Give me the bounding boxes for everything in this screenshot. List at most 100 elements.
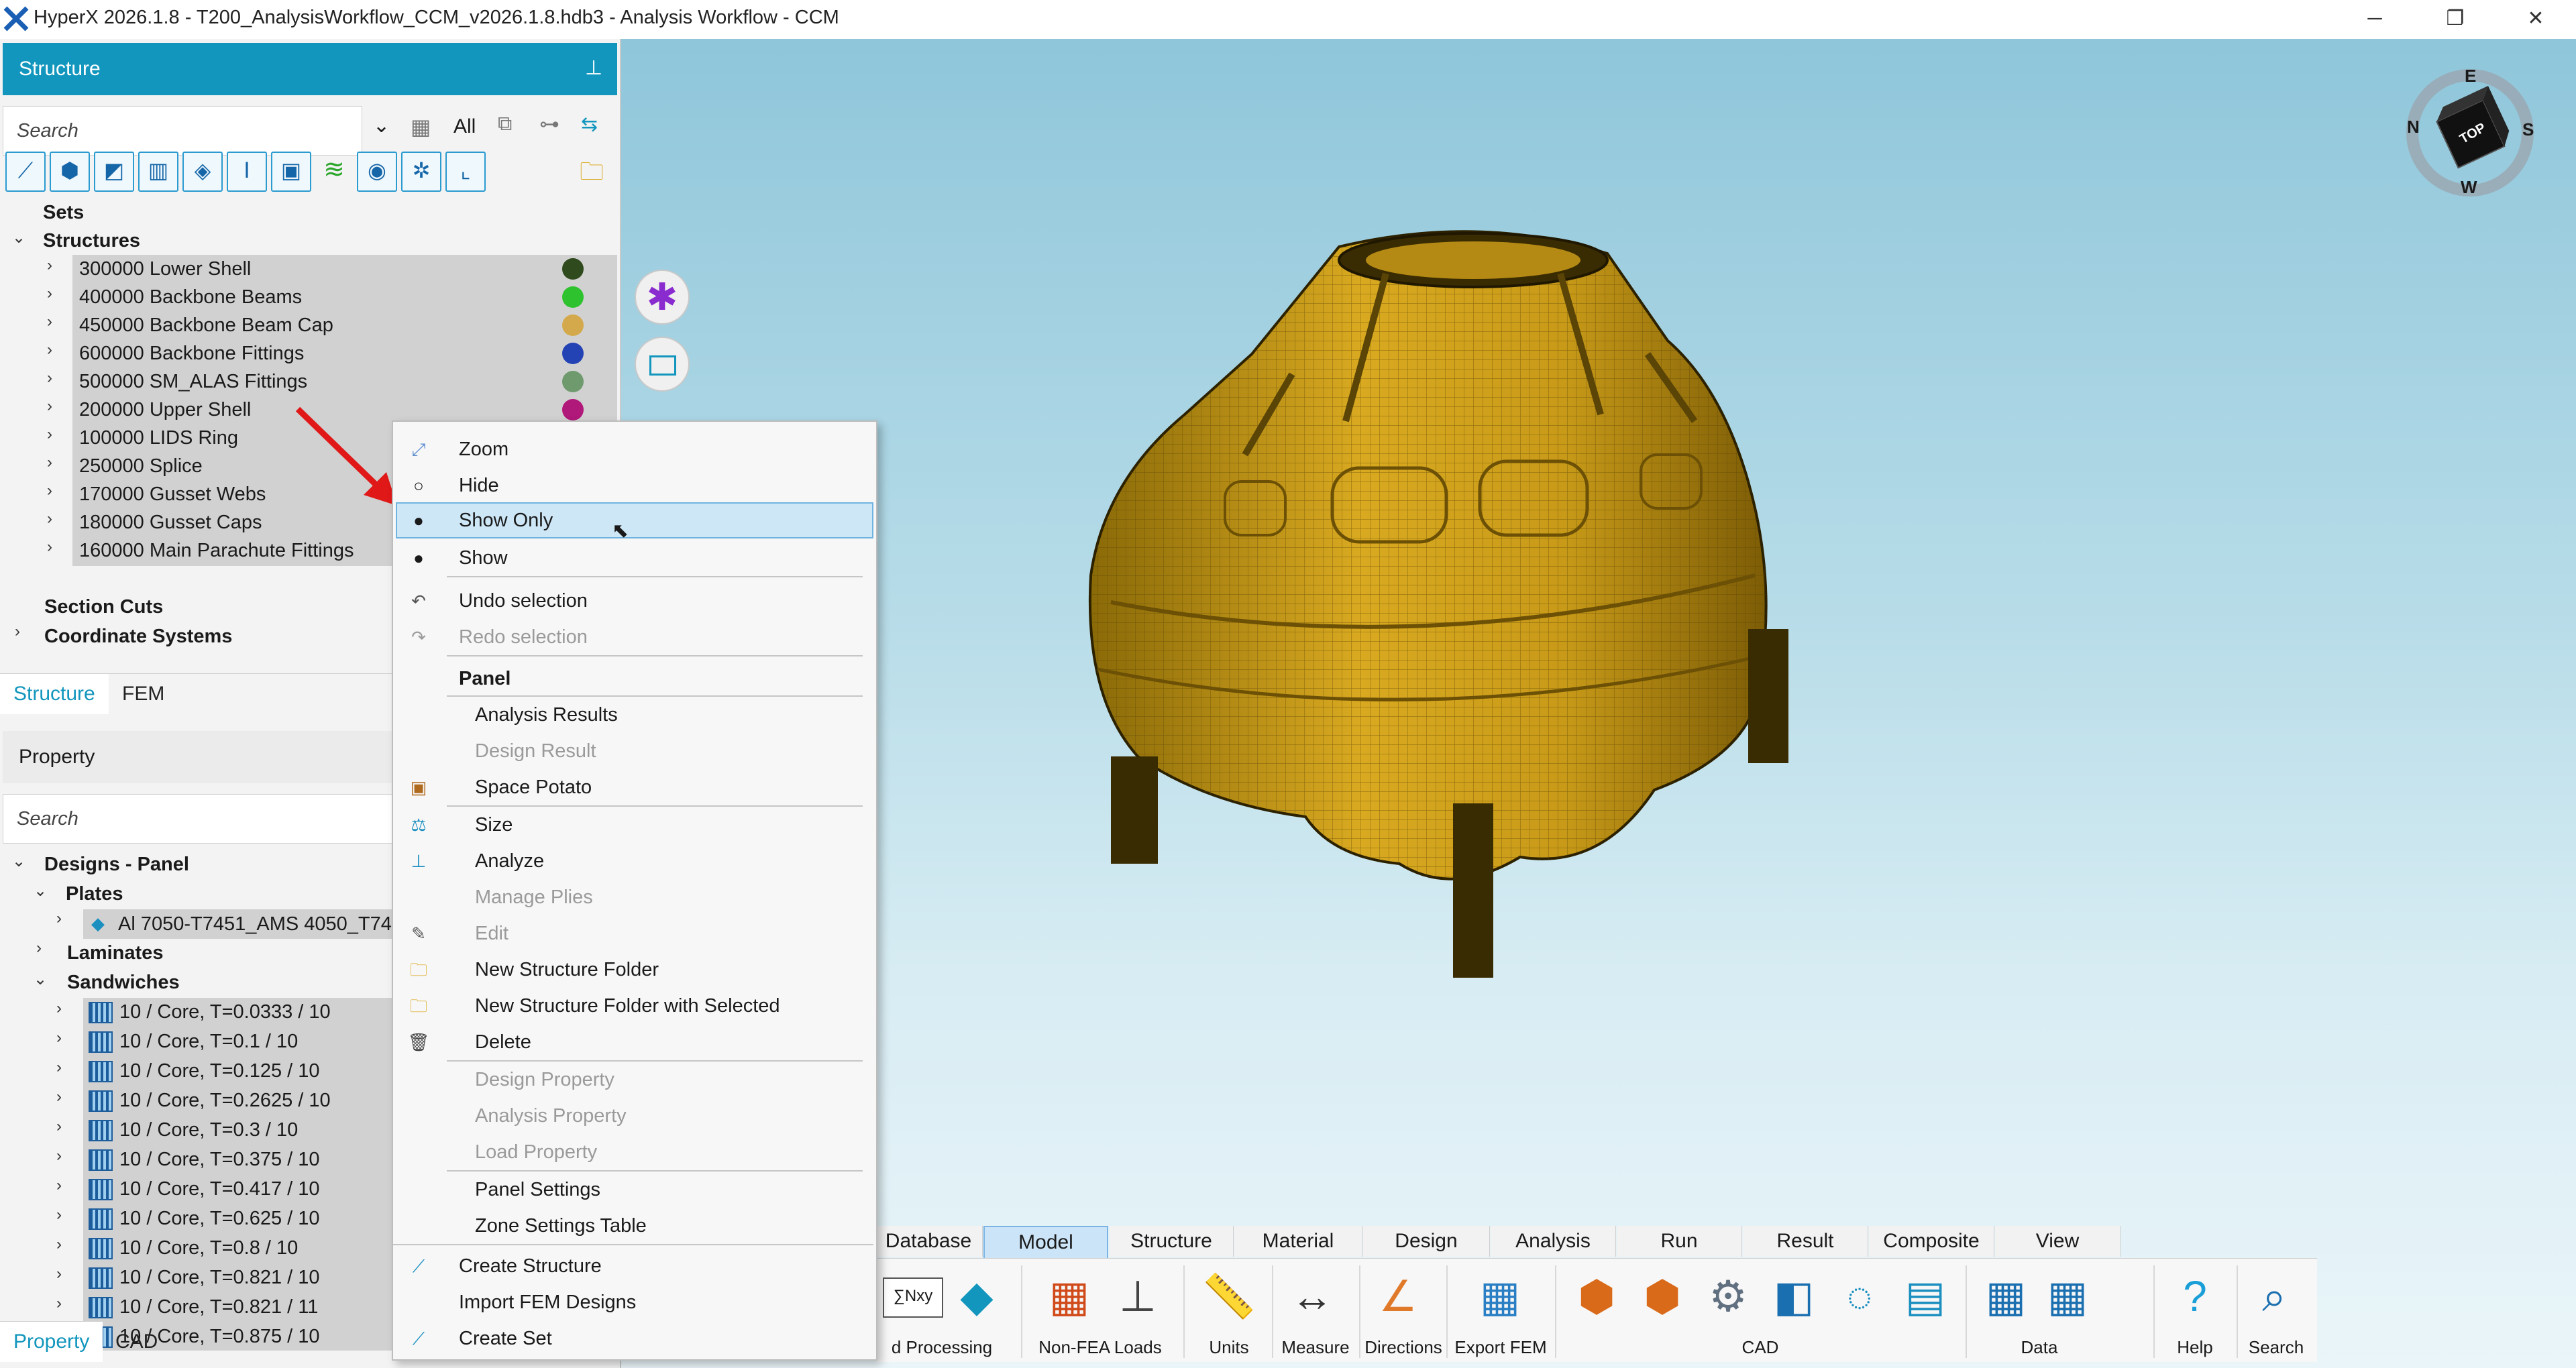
data-table-icon[interactable]: ▦ xyxy=(1978,1268,2034,1324)
chevron-right-icon[interactable]: › xyxy=(47,510,52,528)
restore-button[interactable]: ❐ xyxy=(2422,0,2489,39)
chevron-right-icon[interactable]: › xyxy=(56,1147,62,1165)
sandwich-item[interactable]: 10 / Core, T=0.821 / 11 xyxy=(89,1293,318,1321)
tree-node-structure-item[interactable]: 100000 LIDS Ring xyxy=(79,424,238,452)
menu-item-analysis-results[interactable]: Analysis Results xyxy=(393,697,873,733)
color-swatch[interactable] xyxy=(562,258,584,280)
tree-node-structure-item[interactable]: 400000 Backbone Beams xyxy=(79,283,302,311)
plate-diamond-icon[interactable]: ◆ xyxy=(949,1268,1005,1324)
tree-node-coordinate-systems[interactable]: Coordinate Systems xyxy=(44,622,232,650)
ribbon-tab-design[interactable]: Design xyxy=(1363,1226,1490,1257)
chevron-down-icon[interactable]: ⌄ xyxy=(12,852,25,871)
tree-node-structure-item[interactable]: 450000 Backbone Beam Cap xyxy=(79,311,333,339)
stack-icon[interactable]: ▥ xyxy=(138,152,178,192)
menu-item-zone-settings-table[interactable]: Zone Settings Table xyxy=(393,1208,873,1244)
sandwich-item[interactable]: 10 / Core, T=0.417 / 10 xyxy=(89,1175,320,1203)
cube-filter-icon[interactable]: ▦ xyxy=(411,114,431,139)
layers-icon[interactable]: ≋ xyxy=(315,154,353,192)
color-swatch[interactable] xyxy=(562,343,584,364)
sandwich-item[interactable]: 10 / Core, T=0.2625 / 10 xyxy=(89,1086,331,1115)
chevron-right-icon[interactable]: › xyxy=(47,453,52,472)
capsule-model[interactable] xyxy=(1051,200,1923,1051)
tree-node-plates[interactable]: Plates xyxy=(66,880,123,908)
units-button[interactable]: Units xyxy=(1187,1337,1271,1358)
cad-export-icon[interactable]: ⬢ xyxy=(1634,1268,1690,1324)
ribbon-tab-view[interactable]: View xyxy=(1995,1226,2121,1257)
chevron-right-icon[interactable]: › xyxy=(47,256,52,275)
box-select-button[interactable] xyxy=(635,337,690,392)
search-button[interactable]: Search xyxy=(2239,1337,2313,1358)
tree-node-structure-item[interactable]: 160000 Main Parachute Fittings xyxy=(79,536,354,565)
chevron-right-icon[interactable]: › xyxy=(56,1117,62,1136)
tab-fem[interactable]: FEM xyxy=(109,674,178,714)
search-icon[interactable]: ⌕ xyxy=(2246,1268,2302,1324)
tree-node-structures[interactable]: Structures xyxy=(43,227,140,255)
chevron-down-icon[interactable]: ⌄ xyxy=(34,970,47,989)
tab-structure[interactable]: Structure xyxy=(0,674,109,714)
chevron-right-icon[interactable]: › xyxy=(47,538,52,557)
chevron-down-icon[interactable]: ⌄ xyxy=(373,114,390,137)
measure-icon[interactable]: ↔ xyxy=(1284,1268,1340,1324)
sandwich-item[interactable]: 10 / Core, T=0.1 / 10 xyxy=(89,1027,298,1056)
menu-item-show[interactable]: ● Show xyxy=(393,540,873,576)
color-swatch[interactable] xyxy=(562,371,584,392)
chevron-down-icon[interactable]: ⌄ xyxy=(34,881,47,901)
chevron-right-icon[interactable]: › xyxy=(47,284,52,303)
color-swatch[interactable] xyxy=(562,399,584,420)
copy-icon[interactable]: ⧉ xyxy=(498,113,512,135)
chevron-right-icon[interactable]: › xyxy=(56,1265,62,1284)
data-settings-icon[interactable]: ▦ xyxy=(2039,1268,2096,1324)
chevron-right-icon[interactable]: › xyxy=(47,481,52,500)
cad-surface-icon[interactable]: ▤ xyxy=(1897,1268,1953,1324)
ribbon-tab-model[interactable]: Model xyxy=(983,1226,1108,1259)
chevron-right-icon[interactable]: › xyxy=(47,425,52,444)
tab-cad[interactable]: CAD xyxy=(102,1322,171,1362)
sandwich-item[interactable]: 10 / Core, T=0.0333 / 10 xyxy=(89,998,331,1026)
menu-item-space-potato[interactable]: ▣ Space Potato xyxy=(393,769,873,805)
sandwich-item[interactable]: 10 / Core, T=0.821 / 10 xyxy=(89,1263,320,1292)
menu-item-size[interactable]: ⚖ Size xyxy=(393,807,873,843)
ribbon-tab-structure[interactable]: Structure xyxy=(1110,1226,1234,1257)
tree-node-structure-item[interactable]: 200000 Upper Shell xyxy=(79,396,251,424)
chevron-right-icon[interactable]: › xyxy=(56,1029,62,1047)
cad-import-icon[interactable]: ⬢ xyxy=(1568,1268,1625,1324)
chevron-right-icon[interactable]: › xyxy=(56,1206,62,1224)
tree-node-structure-item[interactable]: 180000 Gusset Caps xyxy=(79,508,262,536)
export-fem-button[interactable]: Export FEM xyxy=(1450,1337,1551,1358)
select-all-button[interactable]: ✱ xyxy=(635,270,690,325)
color-swatch[interactable] xyxy=(562,286,584,308)
tree-node-laminates[interactable]: Laminates xyxy=(67,939,163,967)
menu-item-create-set[interactable]: ⟋ Create Set xyxy=(393,1320,873,1357)
chevron-down-icon[interactable]: ⌄ xyxy=(12,228,25,247)
edges-icon[interactable]: ⟋ xyxy=(5,152,46,192)
gear-icon[interactable]: ⚙ xyxy=(1700,1268,1756,1324)
tree-node-sandwiches[interactable]: Sandwiches xyxy=(67,968,180,996)
chevron-right-icon[interactable]: › xyxy=(15,622,20,641)
axes-icon[interactable]: ⌞ xyxy=(445,152,486,192)
hierarchy-icon[interactable]: ⊶ xyxy=(539,113,559,136)
pin-icon[interactable]: ⊥ xyxy=(585,56,602,80)
chevron-right-icon[interactable]: › xyxy=(56,1058,62,1077)
tree-node-structure-item[interactable]: 600000 Backbone Fittings xyxy=(79,339,304,367)
loads-grid-icon[interactable]: ▦ xyxy=(1041,1268,1097,1324)
chevron-right-icon[interactable]: › xyxy=(47,369,52,388)
sandwich-item[interactable]: 10 / Core, T=0.125 / 10 xyxy=(89,1057,320,1085)
filter-all-label[interactable]: All xyxy=(453,115,476,138)
tree-node-structure-item[interactable]: 250000 Splice xyxy=(79,452,203,480)
ribbon-tab-result[interactable]: Result xyxy=(1743,1226,1868,1257)
cad-curve-icon[interactable]: ◌ xyxy=(1831,1268,1888,1324)
chevron-right-icon[interactable]: › xyxy=(56,1235,62,1254)
export-fem-icon[interactable]: ▦ xyxy=(1472,1268,1528,1324)
sum-nxy-icon[interactable]: ∑Nxy xyxy=(883,1268,943,1324)
folder-add-icon[interactable]: 🗀 xyxy=(573,154,610,192)
beam-icon[interactable]: Ⅰ xyxy=(227,152,267,192)
measure-button[interactable]: Measure xyxy=(1276,1337,1355,1358)
ribbon-tab-run[interactable]: Run xyxy=(1617,1226,1742,1257)
directions-button[interactable]: Directions xyxy=(1363,1337,1444,1358)
minimize-button[interactable]: ─ xyxy=(2341,0,2408,39)
ribbon-tab-database[interactable]: Database xyxy=(875,1226,983,1257)
chevron-right-icon[interactable]: › xyxy=(47,312,52,331)
view-cube[interactable]: TOP N S E W xyxy=(2403,66,2537,200)
help-button[interactable]: Help xyxy=(2156,1337,2234,1358)
plate-item-selected[interactable]: ◆ Al 7050-T7451_AMS 4050_T745 xyxy=(83,909,396,939)
